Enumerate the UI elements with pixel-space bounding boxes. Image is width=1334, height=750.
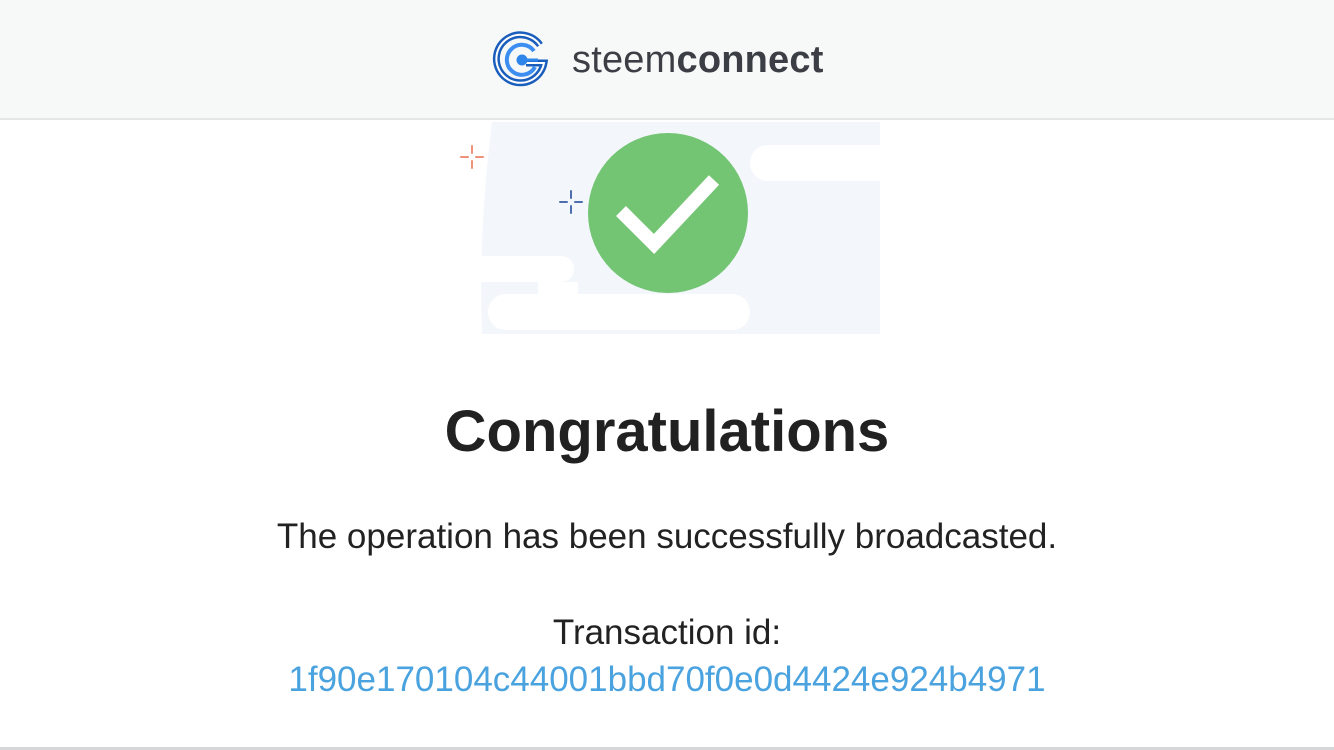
success-message: The operation has been successfully broa… [276, 517, 1058, 556]
top-header-bar: steemconnect [0, 0, 1334, 120]
success-illustration [450, 122, 890, 334]
brand-name-light: steem [572, 39, 677, 81]
transaction-id-link[interactable]: 1f90e170104c44001bbd70f0e0d4424e924b4971 [0, 659, 1334, 701]
success-checkmark-icon [588, 133, 748, 293]
steemconnect-logo-icon [492, 31, 548, 87]
brand-name-bold: connect [676, 39, 824, 81]
brand-name: steemconnect [572, 41, 824, 79]
sparkle-orange-icon [460, 145, 484, 169]
steemconnect-brand[interactable]: steemconnect [492, 29, 824, 91]
transaction-id-label: Transaction id: [552, 613, 782, 652]
page-title: Congratulations [444, 399, 890, 464]
